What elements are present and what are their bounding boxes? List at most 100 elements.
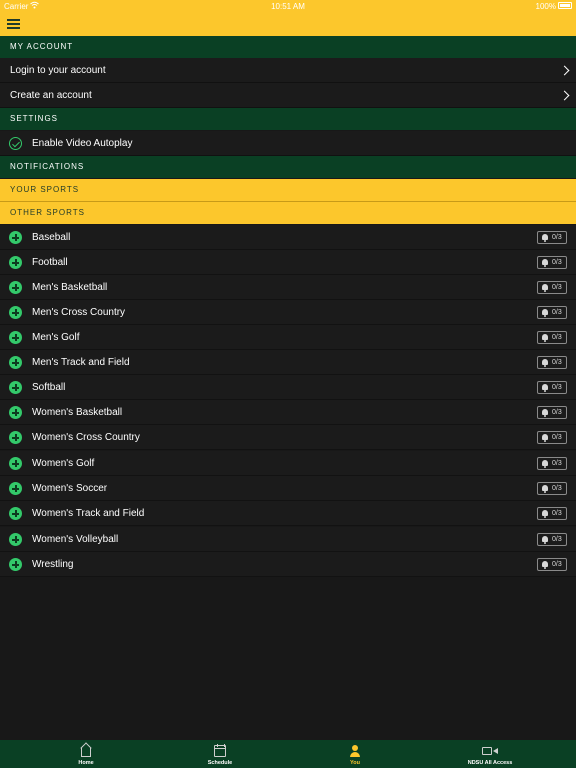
sport-name: Women's Golf xyxy=(32,458,95,469)
badge-count: 0/3 xyxy=(552,284,562,291)
add-sport-icon[interactable] xyxy=(9,558,22,571)
tab-schedule[interactable]: Schedule xyxy=(148,740,292,768)
sport-name: Wrestling xyxy=(32,559,74,570)
badge-count: 0/3 xyxy=(552,259,562,266)
badge-count: 0/3 xyxy=(552,309,562,316)
notification-badge[interactable]: 0/3 xyxy=(537,281,567,294)
tab-home[interactable]: Home xyxy=(14,740,158,768)
chevron-right-icon xyxy=(559,90,570,101)
autoplay-label: Enable Video Autoplay xyxy=(32,138,133,149)
badge-count: 0/3 xyxy=(552,434,562,441)
add-sport-icon[interactable] xyxy=(9,533,22,546)
add-sport-icon[interactable] xyxy=(9,281,22,294)
bell-icon xyxy=(542,460,548,468)
section-header-your-sports: YOUR SPORTS xyxy=(0,179,576,201)
tab-home-label: Home xyxy=(78,760,94,766)
notification-badge[interactable]: 0/3 xyxy=(537,231,567,244)
sport-name: Women's Cross Country xyxy=(32,432,140,443)
add-sport-icon[interactable] xyxy=(9,457,22,470)
sport-row-softball: Softball 0/3 xyxy=(0,375,576,400)
sport-name: Women's Soccer xyxy=(32,483,108,494)
tab-all-access-label: NDSU All Access xyxy=(467,760,513,766)
bell-icon xyxy=(542,510,548,518)
notification-badge[interactable]: 0/3 xyxy=(537,356,567,369)
notification-badge[interactable]: 0/3 xyxy=(537,457,567,470)
sport-row-mens-basketball: Men's Basketball 0/3 xyxy=(0,275,576,300)
badge-count: 0/3 xyxy=(552,485,562,492)
chevron-right-icon xyxy=(559,65,570,76)
notification-badge[interactable]: 0/3 xyxy=(537,306,567,319)
section-header-my-account: MY ACCOUNT xyxy=(0,36,576,58)
section-header-settings: SETTINGS xyxy=(0,108,576,130)
add-sport-icon[interactable] xyxy=(9,331,22,344)
sport-row-mens-golf: Men's Golf 0/3 xyxy=(0,325,576,350)
sport-row-womens-golf: Women's Golf 0/3 xyxy=(0,451,576,476)
autoplay-row[interactable]: Enable Video Autoplay xyxy=(0,131,576,156)
badge-count: 0/3 xyxy=(552,536,562,543)
sport-name: Men's Cross Country xyxy=(32,307,126,318)
add-sport-icon[interactable] xyxy=(9,406,22,419)
login-label: Login to your account xyxy=(10,65,106,76)
add-sport-icon[interactable] xyxy=(9,482,22,495)
bell-icon xyxy=(542,259,548,267)
sport-name: Softball xyxy=(32,382,66,393)
add-sport-icon[interactable] xyxy=(9,256,22,269)
bell-icon xyxy=(542,536,548,544)
bell-icon xyxy=(542,234,548,242)
sport-row-football: Football 0/3 xyxy=(0,250,576,275)
add-sport-icon[interactable] xyxy=(9,381,22,394)
bell-icon xyxy=(542,334,548,342)
bell-icon xyxy=(542,309,548,317)
badge-count: 0/3 xyxy=(552,359,562,366)
notification-badge[interactable]: 0/3 xyxy=(537,507,567,520)
bell-icon xyxy=(542,384,548,392)
add-sport-icon[interactable] xyxy=(9,507,22,520)
add-sport-icon[interactable] xyxy=(9,306,22,319)
status-time: 10:51 AM xyxy=(271,2,305,11)
notification-badge[interactable]: 0/3 xyxy=(537,558,567,571)
battery-icon xyxy=(558,2,572,9)
section-header-other-sports: OTHER SPORTS xyxy=(0,202,576,224)
sport-name: Women's Volleyball xyxy=(32,534,119,545)
create-account-row[interactable]: Create an account xyxy=(0,83,576,108)
sport-row-mens-cross-country: Men's Cross Country 0/3 xyxy=(0,300,576,325)
person-icon xyxy=(349,745,361,757)
tab-schedule-label: Schedule xyxy=(207,760,233,766)
badge-count: 0/3 xyxy=(552,409,562,416)
bell-icon xyxy=(542,434,548,442)
sport-row-womens-volleyball: Women's Volleyball 0/3 xyxy=(0,527,576,552)
bell-icon xyxy=(542,359,548,367)
sport-name: Men's Track and Field xyxy=(32,357,130,368)
notification-badge[interactable]: 0/3 xyxy=(537,533,567,546)
tab-all-access[interactable]: NDSU All Access xyxy=(418,740,562,768)
badge-count: 0/3 xyxy=(552,510,562,517)
badge-count: 0/3 xyxy=(552,334,562,341)
sport-row-baseball: Baseball 0/3 xyxy=(0,225,576,250)
hamburger-menu-icon[interactable] xyxy=(6,16,22,30)
badge-count: 0/3 xyxy=(552,561,562,568)
bell-icon xyxy=(542,284,548,292)
notification-badge[interactable]: 0/3 xyxy=(537,406,567,419)
sport-name: Football xyxy=(32,257,68,268)
notification-badge[interactable]: 0/3 xyxy=(537,482,567,495)
notification-badge[interactable]: 0/3 xyxy=(537,431,567,444)
add-sport-icon[interactable] xyxy=(9,356,22,369)
sport-row-womens-track-and-field: Women's Track and Field 0/3 xyxy=(0,501,576,526)
add-sport-icon[interactable] xyxy=(9,431,22,444)
checkmark-icon[interactable] xyxy=(9,137,22,150)
notification-badge[interactable]: 0/3 xyxy=(537,256,567,269)
notification-badge[interactable]: 0/3 xyxy=(537,331,567,344)
bell-icon xyxy=(542,485,548,493)
sport-row-womens-cross-country: Women's Cross Country 0/3 xyxy=(0,425,576,450)
add-sport-icon[interactable] xyxy=(9,231,22,244)
tab-you[interactable]: You xyxy=(283,740,427,768)
sport-row-mens-track-and-field: Men's Track and Field 0/3 xyxy=(0,350,576,375)
sport-name: Men's Golf xyxy=(32,332,80,343)
badge-count: 0/3 xyxy=(552,384,562,391)
badge-count: 0/3 xyxy=(552,234,562,241)
calendar-icon xyxy=(214,744,226,757)
tab-bar: Home Schedule You NDSU All Access xyxy=(0,740,576,768)
login-row[interactable]: Login to your account xyxy=(0,58,576,83)
sport-name: Men's Basketball xyxy=(32,282,108,293)
notification-badge[interactable]: 0/3 xyxy=(537,381,567,394)
